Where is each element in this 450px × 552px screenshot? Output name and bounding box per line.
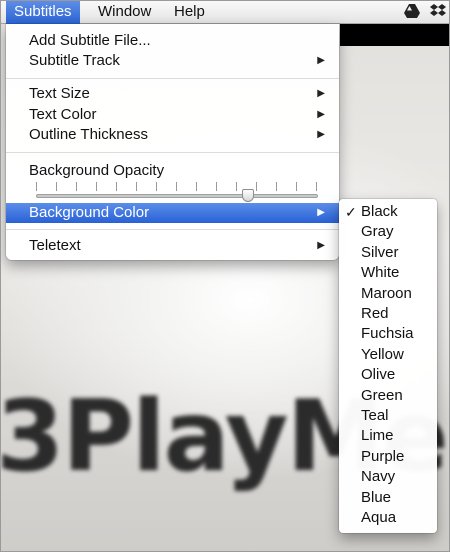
menu-item-label: Add Subtitle File... <box>29 32 151 49</box>
color-option-silver[interactable]: Silver <box>339 243 437 263</box>
color-option-label: Olive <box>361 366 396 384</box>
menu-item-add-subtitle-file[interactable]: Add Subtitle File... <box>6 31 339 51</box>
color-option-label: Lime <box>361 427 394 445</box>
menu-item-label: Background Opacity <box>29 162 165 179</box>
color-option-purple[interactable]: Purple <box>339 447 437 467</box>
menu-separator <box>6 152 339 153</box>
menu-separator <box>6 229 339 230</box>
menu-item-teletext[interactable]: Teletext ▶ <box>6 236 339 256</box>
menu-item-background-color[interactable]: Background Color ▶ <box>6 203 339 223</box>
color-option-label: Maroon <box>361 284 412 302</box>
color-option-gray[interactable]: Gray <box>339 222 437 242</box>
menu-item-text-size[interactable]: Text Size ▶ <box>6 84 339 104</box>
color-option-label: Red <box>361 305 389 322</box>
color-option-label: Gray <box>361 223 394 241</box>
color-option-navy[interactable]: Navy <box>339 467 437 487</box>
submenu-arrow-icon: ▶ <box>317 88 325 99</box>
menu-item-background-opacity: Background Opacity <box>6 161 339 181</box>
color-option-maroon[interactable]: Maroon <box>339 284 437 304</box>
color-option-label: Fuchsia <box>361 325 414 343</box>
color-option-fuchsia[interactable]: Fuchsia <box>339 324 437 344</box>
color-option-label: Teal <box>361 407 389 424</box>
menu-item-label: Text Color <box>29 106 97 123</box>
dropbox-icon[interactable] <box>430 4 446 22</box>
submenu-arrow-icon: ▶ <box>317 55 325 66</box>
menubar-help[interactable]: Help <box>166 0 213 24</box>
menu-item-text-color[interactable]: Text Color ▶ <box>6 105 339 125</box>
menubar-window[interactable]: Window <box>90 0 159 24</box>
menu-item-label: Background Color <box>29 204 150 221</box>
menu-item-label: Outline Thickness <box>29 126 148 143</box>
color-option-black[interactable]: ✓ Black <box>339 202 437 222</box>
color-option-blue[interactable]: Blue <box>339 488 437 508</box>
video-letterbox <box>340 24 450 46</box>
color-option-label: Black <box>361 203 398 220</box>
color-option-label: Blue <box>361 488 392 506</box>
color-option-label: Navy <box>361 468 396 486</box>
submenu-arrow-icon: ▶ <box>317 109 325 120</box>
color-option-red[interactable]: Red <box>339 304 437 324</box>
color-option-aqua[interactable]: Aqua <box>339 508 437 528</box>
color-option-label: Yellow <box>361 345 404 363</box>
background-color-submenu: ✓ Black Gray Silver White Maroon Red Fuchsia Yel… <box>339 199 437 533</box>
slider-track[interactable] <box>36 194 318 198</box>
menubar-subtitles[interactable]: Subtitles <box>6 0 80 24</box>
color-option-yellow[interactable]: Yellow <box>339 345 437 365</box>
menu-bar: Subtitles Window Help <box>0 0 450 24</box>
color-option-label: Silver <box>361 243 399 261</box>
submenu-arrow-icon: ▶ <box>317 129 325 140</box>
color-option-label: Green <box>361 386 403 404</box>
color-option-teal[interactable]: Teal <box>339 406 437 426</box>
color-option-lime[interactable]: Lime <box>339 426 437 446</box>
menu-separator <box>6 78 339 79</box>
menu-item-label: Text Size <box>29 85 90 102</box>
background-opacity-slider[interactable] <box>36 182 318 204</box>
color-option-label: Aqua <box>361 509 397 526</box>
submenu-arrow-icon: ▶ <box>317 207 325 218</box>
google-drive-icon[interactable] <box>404 4 420 21</box>
checkmark-icon: ✓ <box>345 204 357 220</box>
menu-item-outline-thickness[interactable]: Outline Thickness ▶ <box>6 125 339 145</box>
menu-item-label: Subtitle Track <box>29 52 120 69</box>
color-option-label: White <box>361 264 400 282</box>
menu-item-label: Teletext <box>29 237 81 254</box>
color-option-green[interactable]: Green <box>339 386 437 406</box>
color-option-white[interactable]: White <box>339 263 437 283</box>
menu-item-subtitle-track[interactable]: Subtitle Track ▶ <box>6 51 339 71</box>
color-option-label: Purple <box>361 447 405 465</box>
color-option-olive[interactable]: Olive <box>339 365 437 385</box>
submenu-arrow-icon: ▶ <box>317 240 325 251</box>
slider-knob[interactable] <box>241 189 254 202</box>
slider-ticks <box>36 182 318 191</box>
subtitles-menu: Add Subtitle File... Subtitle Track ▶ Te… <box>6 24 339 260</box>
